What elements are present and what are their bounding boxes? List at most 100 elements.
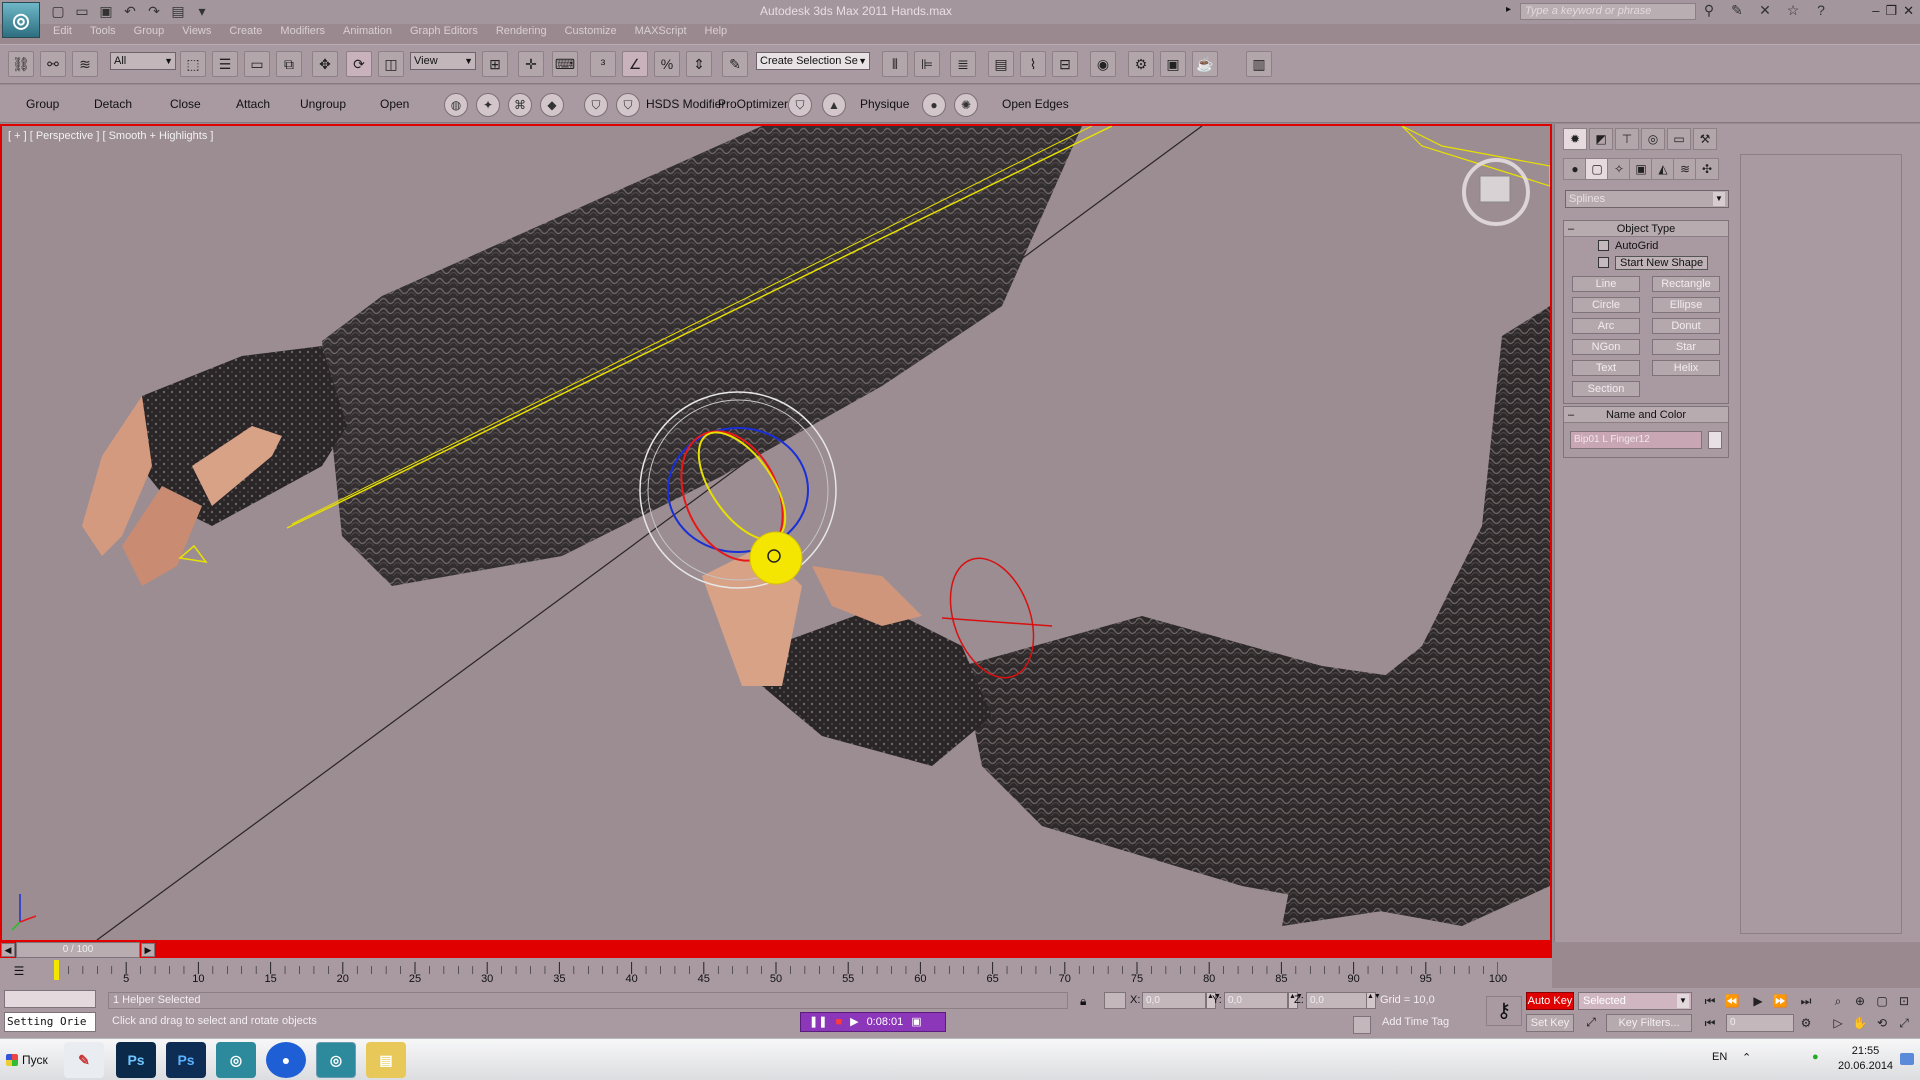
- section-button[interactable]: Section: [1572, 381, 1640, 397]
- shapes-icon[interactable]: ▢: [1585, 158, 1609, 180]
- pause-icon[interactable]: ❚❚: [809, 1013, 827, 1031]
- maxscript-listener-output[interactable]: Setting Orie: [4, 1012, 96, 1032]
- viewport-label[interactable]: [ + ] [ Perspective ] [ Smooth + Highlig…: [8, 130, 213, 142]
- language-indicator[interactable]: EN: [1712, 1051, 1727, 1063]
- menu-animation[interactable]: Animation: [334, 24, 401, 40]
- object-name-field[interactable]: Bip01 L Finger12: [1570, 431, 1702, 449]
- rotate-gizmo-center-handle[interactable]: [749, 531, 803, 585]
- field-of-view-icon[interactable]: ▷: [1828, 1014, 1848, 1032]
- photoshop-app-icon[interactable]: Ps: [116, 1042, 156, 1078]
- zoom-all-icon[interactable]: ⊕: [1850, 992, 1870, 1010]
- render-production-icon[interactable]: ☕: [1192, 51, 1218, 77]
- select-and-rotate-icon[interactable]: ⟳: [346, 51, 372, 77]
- track-bar[interactable]: ☰ 5 10 15 20 25 30 35 40 45 50 55 60 65 70 75 80 85 90 95 1…: [0, 958, 1552, 988]
- browser-app-icon[interactable]: ●: [266, 1042, 306, 1078]
- time-slider-next-icon[interactable]: ▶: [141, 943, 155, 957]
- hsds-modifier-button[interactable]: HSDS Modifier: [646, 97, 725, 111]
- menu-help[interactable]: Help: [696, 24, 737, 40]
- menu-create[interactable]: Create: [220, 24, 271, 40]
- customize-quick-access-icon[interactable]: ▾: [194, 3, 210, 19]
- optimizer-shield-icon[interactable]: ⛉: [788, 93, 812, 117]
- edit-named-selection-icon[interactable]: ✎: [722, 51, 748, 77]
- spinner-snap-icon[interactable]: ⇕: [686, 51, 712, 77]
- group-button[interactable]: Group: [26, 97, 59, 111]
- menu-edit[interactable]: Edit: [44, 24, 81, 40]
- object-color-swatch[interactable]: [1708, 431, 1722, 449]
- track-bar-config-icon[interactable]: ☰: [8, 964, 30, 982]
- name-and-color-title[interactable]: – Name and Color: [1564, 407, 1728, 423]
- selection-filter-dropdown[interactable]: All ▼: [110, 52, 176, 70]
- render-setup-icon[interactable]: ⚙: [1128, 51, 1154, 77]
- minimize-icon[interactable]: –: [1872, 3, 1879, 19]
- perspective-viewport[interactable]: [ + ] [ Perspective ] [ Smooth + Highlig…: [0, 124, 1552, 942]
- rendered-frame-window-icon[interactable]: ▣: [1160, 51, 1186, 77]
- menu-rendering[interactable]: Rendering: [487, 24, 556, 40]
- current-frame-marker[interactable]: [54, 960, 59, 980]
- clock[interactable]: 21:55 20.06.2014: [1838, 1044, 1893, 1074]
- binoculars-icon[interactable]: ⚲: [1700, 2, 1718, 19]
- mirror-icon[interactable]: ⫴: [882, 51, 908, 77]
- detach-button[interactable]: Detach: [94, 97, 132, 111]
- select-and-move-icon[interactable]: ✥: [312, 51, 338, 77]
- angle-snap-icon[interactable]: ∠: [622, 51, 648, 77]
- physique-figure-icon[interactable]: ▲: [822, 93, 846, 117]
- photoshop-app-2-icon[interactable]: Ps: [166, 1042, 206, 1078]
- time-configuration-icon[interactable]: ⚙: [1796, 1014, 1816, 1032]
- key-filters-button[interactable]: Key Filters...: [1606, 1014, 1692, 1032]
- select-and-scale-icon[interactable]: ◫: [378, 51, 404, 77]
- named-selection-sets-dropdown[interactable]: Create Selection Se ▼: [756, 52, 870, 70]
- key-mode-toggle-icon[interactable]: ⏮: [1700, 1014, 1720, 1032]
- 3dsmax-active-app-icon[interactable]: ◎: [316, 1042, 356, 1078]
- show-desktop-icon[interactable]: [1900, 1053, 1914, 1065]
- save-icon[interactable]: ▣: [98, 3, 114, 19]
- help-icon[interactable]: ?: [1812, 2, 1830, 19]
- y-coordinate-field[interactable]: 0,0: [1224, 992, 1288, 1009]
- systems-icon[interactable]: ✣: [1695, 158, 1719, 180]
- play-animation-icon[interactable]: ▶: [1748, 992, 1768, 1010]
- autogrid-row[interactable]: AutoGrid: [1564, 237, 1728, 254]
- object-type-title[interactable]: – Object Type: [1564, 221, 1728, 237]
- autogrid-checkbox[interactable]: [1598, 240, 1609, 251]
- utilities-tab-icon[interactable]: ⚒: [1693, 128, 1717, 150]
- open-file-icon[interactable]: ▭: [74, 3, 90, 19]
- orbit-icon[interactable]: ⟲: [1872, 1014, 1892, 1032]
- schematic-view-icon[interactable]: ⊟: [1052, 51, 1078, 77]
- rectangle-button[interactable]: Rectangle: [1652, 276, 1720, 292]
- set-keys-key-icon[interactable]: ⚷: [1486, 996, 1522, 1026]
- play-icon[interactable]: ▶: [850, 1013, 858, 1031]
- line-button[interactable]: Line: [1572, 276, 1640, 292]
- pan-view-icon[interactable]: ✋: [1850, 1014, 1870, 1032]
- project-folder-icon[interactable]: ▤: [170, 3, 186, 19]
- tray-expand-icon[interactable]: ⌃: [1742, 1051, 1751, 1064]
- space-warps-icon[interactable]: ≋: [1673, 158, 1697, 180]
- absolute-mode-toggle[interactable]: [1104, 992, 1126, 1009]
- key-selection-dropdown[interactable]: Selected ▼: [1578, 992, 1692, 1010]
- new-file-icon[interactable]: ▢: [50, 3, 66, 19]
- 3dsmax-app-icon[interactable]: ◎: [216, 1042, 256, 1078]
- morph-tool-icon[interactable]: ◆: [540, 93, 564, 117]
- menu-modifiers[interactable]: Modifiers: [271, 24, 334, 40]
- mesh-tool-icon[interactable]: ✦: [476, 93, 500, 117]
- link-icon[interactable]: ⛓: [8, 51, 34, 77]
- key-mode-icon[interactable]: ⤢: [1580, 1014, 1602, 1032]
- set-key-button[interactable]: Set Key: [1526, 1014, 1574, 1032]
- explorer-app-icon[interactable]: ▤: [366, 1042, 406, 1078]
- bind-space-warp-icon[interactable]: ≋: [72, 51, 98, 77]
- viewcube-icon[interactable]: [1479, 175, 1511, 203]
- go-to-end-icon[interactable]: ⏭: [1796, 992, 1816, 1010]
- favorites-icon[interactable]: ☆: [1784, 2, 1802, 19]
- cameras-icon[interactable]: ▣: [1629, 158, 1653, 180]
- go-to-start-icon[interactable]: ⏮: [1700, 992, 1720, 1010]
- app-logo-button[interactable]: ◎: [2, 2, 40, 38]
- ngon-button[interactable]: NGon: [1572, 339, 1640, 355]
- search-expand-icon[interactable]: ▸: [1506, 4, 1511, 15]
- graphite-ribbon-icon[interactable]: ▤: [988, 51, 1014, 77]
- hsds-shield-alt-icon[interactable]: ⛉: [616, 93, 640, 117]
- donut-button[interactable]: Donut: [1652, 318, 1720, 334]
- add-time-tag-button[interactable]: Add Time Tag: [1382, 1016, 1449, 1028]
- rectangular-selection-icon[interactable]: ▭: [244, 51, 270, 77]
- create-tab-icon[interactable]: ✹: [1563, 128, 1587, 150]
- reference-coordinate-dropdown[interactable]: View ▼: [410, 52, 476, 70]
- sphere-teapot-icon[interactable]: ◍: [444, 93, 468, 117]
- percent-snap-icon[interactable]: %: [654, 51, 680, 77]
